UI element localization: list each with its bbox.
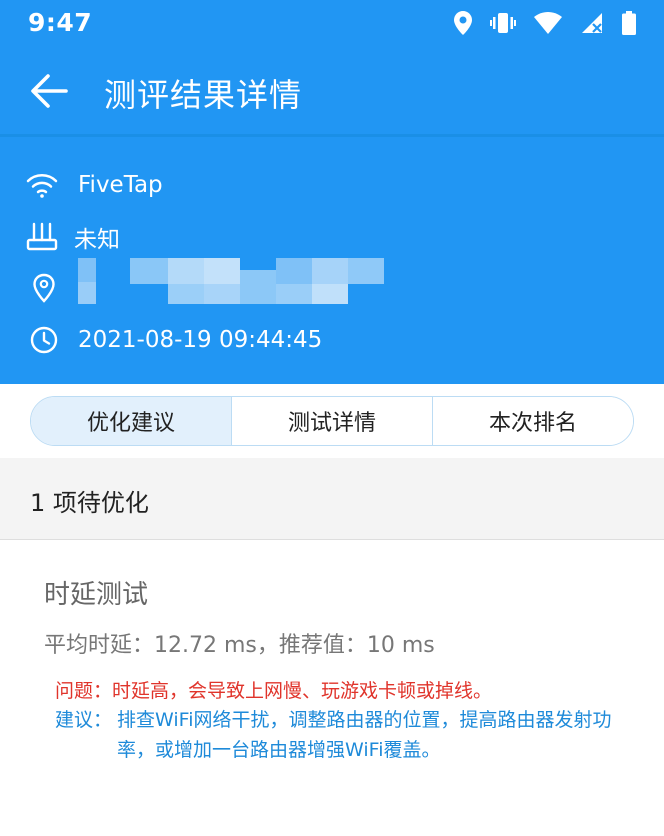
tabs-wrap: 优化建议 测试详情 本次排名 bbox=[0, 384, 664, 458]
tab-optimization-advice[interactable]: 优化建议 bbox=[31, 397, 232, 445]
location-icon bbox=[454, 11, 472, 35]
problem-text: 问题：时延高，会导致上网慢、玩游戏卡顿或掉线。 bbox=[55, 680, 493, 702]
location-pin-icon bbox=[33, 273, 55, 303]
status-time: 9:47 bbox=[28, 8, 93, 37]
test-stat: 平均时延：12.72 ms，推荐值：10 ms bbox=[44, 633, 435, 658]
segmented-tabs: 优化建议 测试详情 本次排名 bbox=[30, 396, 634, 446]
pending-count-label: 1 项待优化 bbox=[30, 489, 149, 517]
battery-icon bbox=[622, 11, 636, 35]
info-panel: FiveTap 未知 2021-08-19 09:44:45 bbox=[0, 137, 664, 384]
wifi-name: FiveTap bbox=[78, 172, 163, 198]
suggestion-label: 建议： bbox=[55, 709, 113, 731]
tab-test-details[interactable]: 测试详情 bbox=[232, 397, 433, 445]
arrow-left-icon bbox=[31, 74, 68, 108]
advice-card: 时延测试 平均时延：12.72 ms，推荐值：10 ms 问题：时延高，会导致上… bbox=[0, 541, 664, 836]
location-redacted bbox=[78, 258, 388, 306]
tab-ranking[interactable]: 本次排名 bbox=[433, 397, 633, 445]
test-name: 时延测试 bbox=[44, 580, 149, 610]
status-icons bbox=[454, 11, 636, 35]
back-button[interactable] bbox=[26, 70, 72, 112]
clock-icon bbox=[30, 326, 58, 354]
router-brand: 未知 bbox=[74, 227, 120, 253]
cellular-no-signal-icon bbox=[582, 13, 602, 33]
router-icon bbox=[26, 222, 58, 251]
wifi-icon bbox=[26, 174, 58, 198]
page-title: 测评结果详情 bbox=[104, 76, 303, 114]
app-bar: 测评结果详情 bbox=[0, 48, 664, 134]
section-header: 1 项待优化 bbox=[0, 458, 664, 540]
vibrate-icon bbox=[490, 13, 516, 33]
timestamp: 2021-08-19 09:44:45 bbox=[78, 327, 323, 353]
wifi-icon bbox=[534, 12, 562, 34]
status-bar: 9:47 bbox=[0, 0, 664, 48]
suggestion-text: 排查WiFi网络干扰，调整路由器的位置，提高路由器发射功率，或增加一台路由器增强… bbox=[117, 709, 612, 761]
